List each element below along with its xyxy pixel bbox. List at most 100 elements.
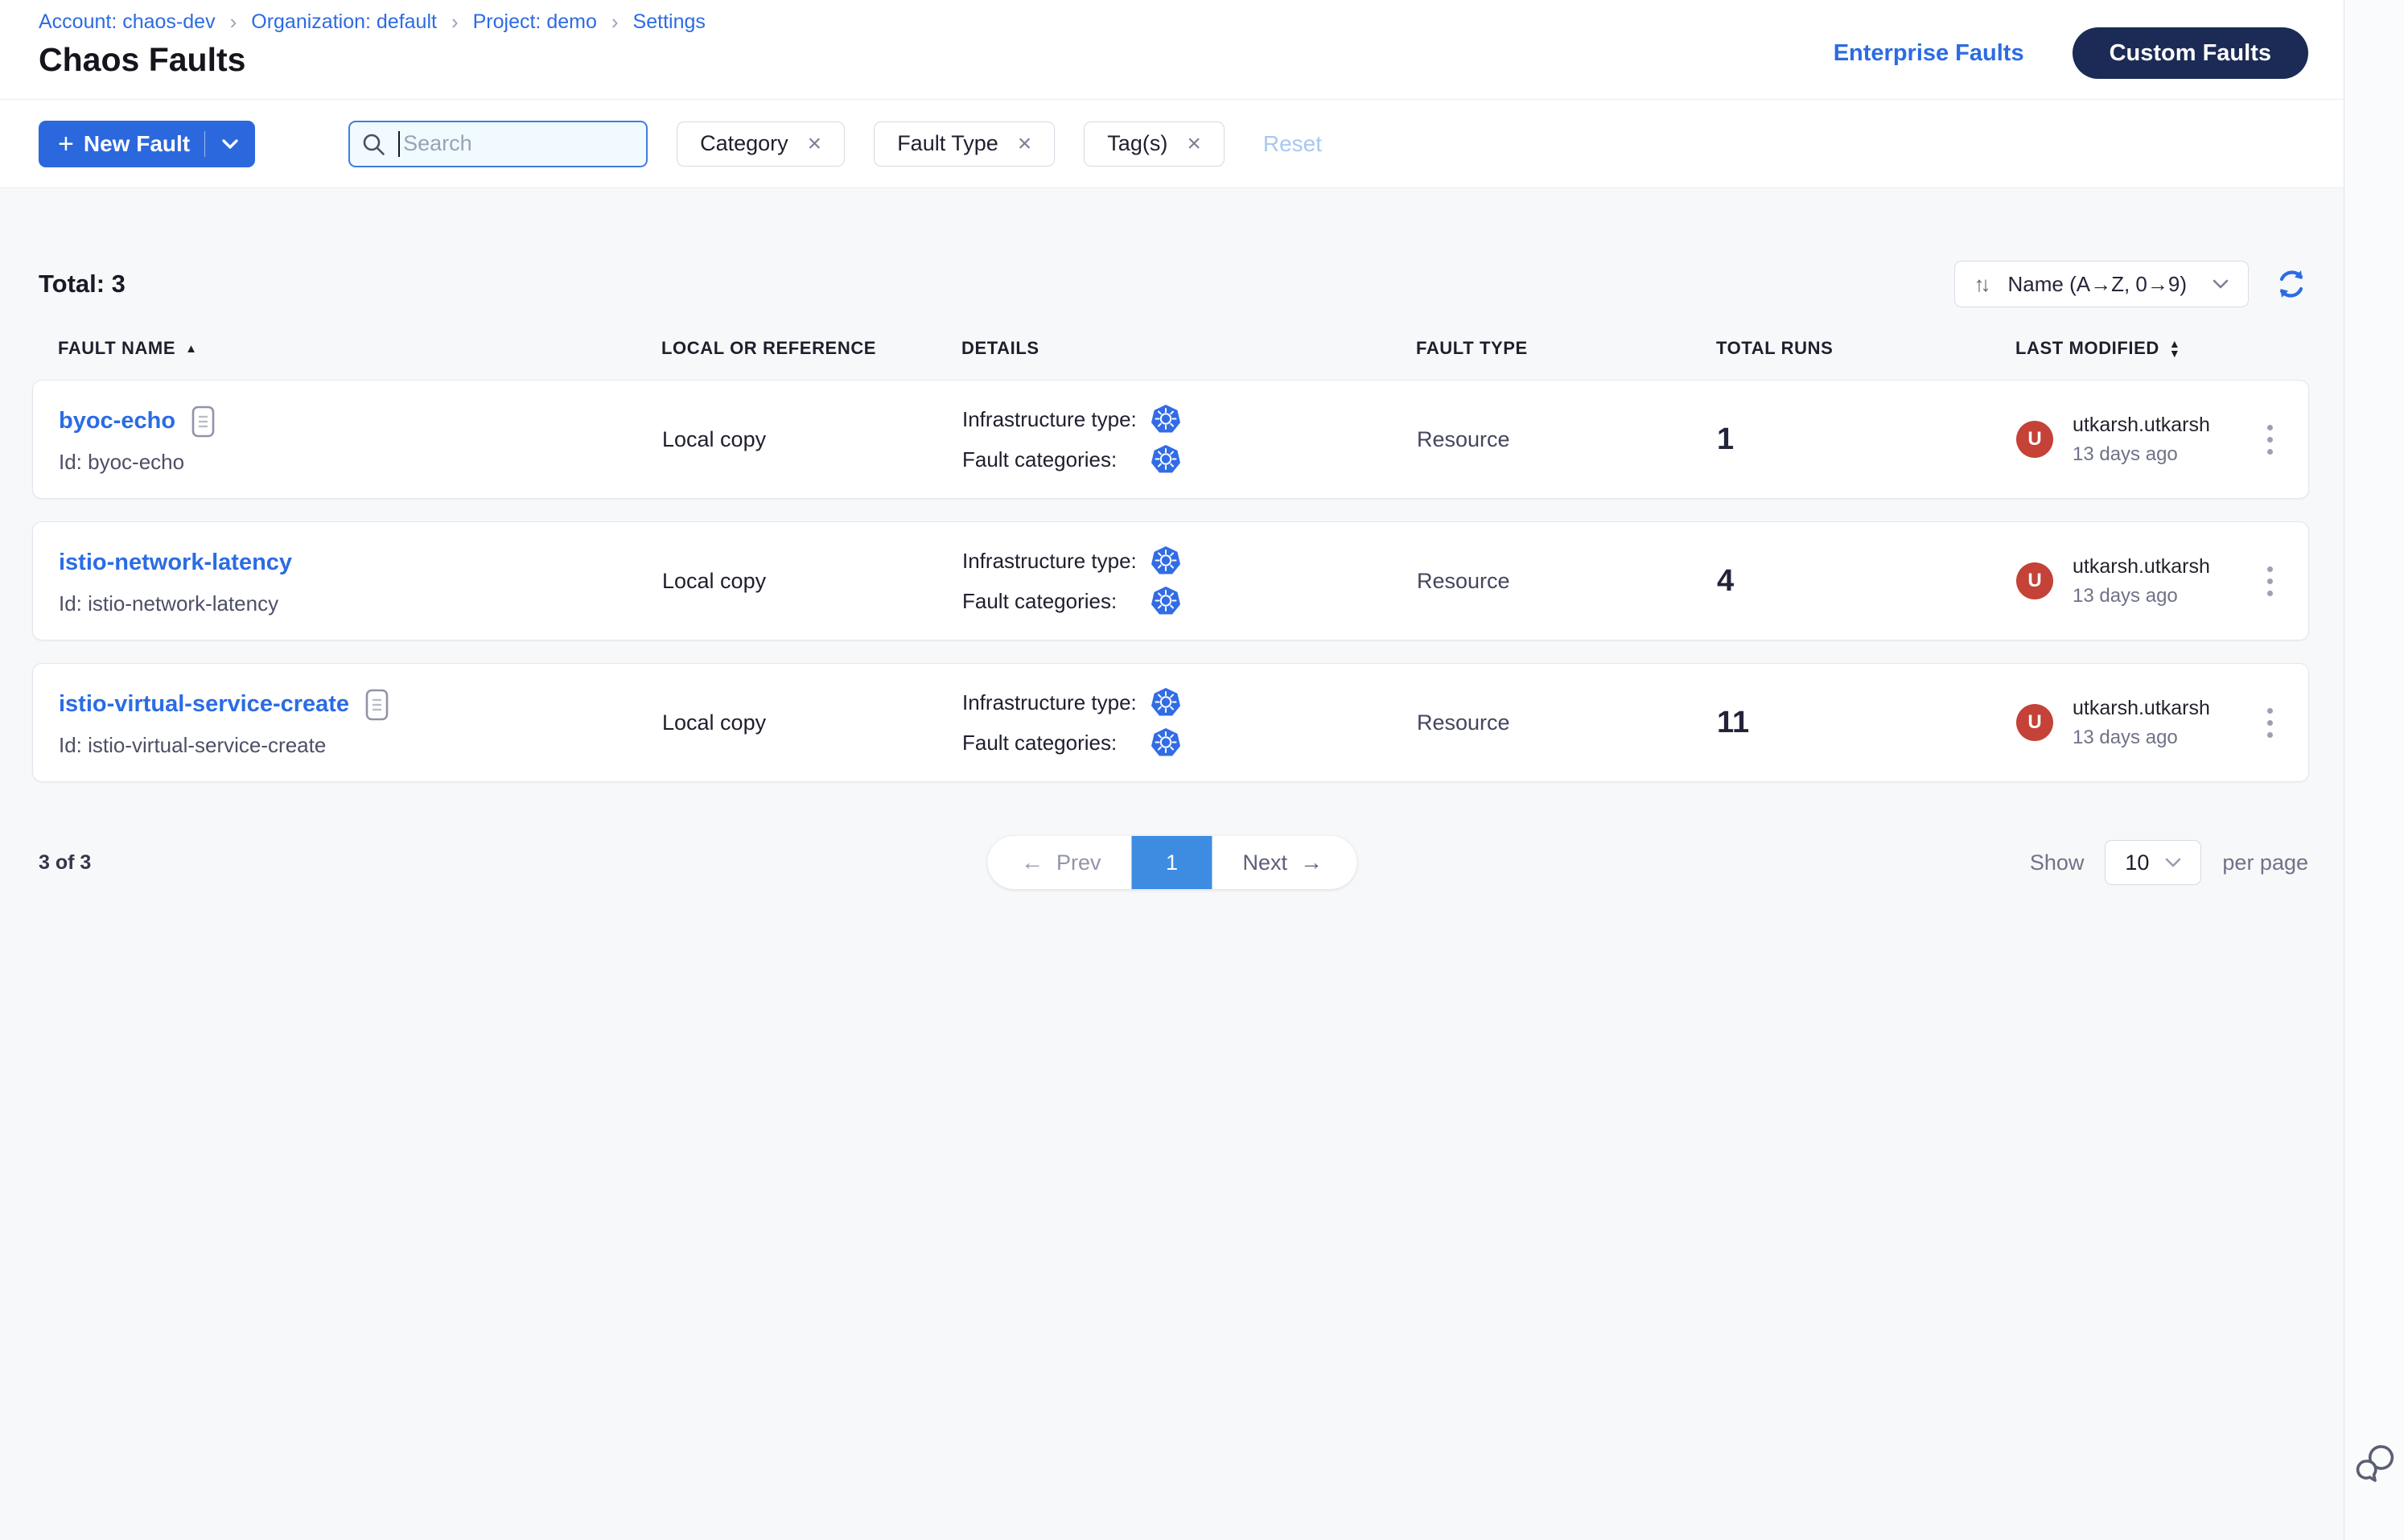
app-root: Account: chaos-dev › Organization: defau… xyxy=(0,0,2404,1540)
breadcrumb-separator-icon: › xyxy=(611,10,619,35)
search-icon xyxy=(361,132,385,156)
arrow-left-icon: ← xyxy=(1021,850,1044,875)
sort-area: ↑↓ Name (A→Z, 0→9) xyxy=(1954,261,2309,307)
infrastructure-type-label: Infrastructure type: xyxy=(962,690,1151,715)
kebab-dot xyxy=(2267,579,2273,584)
column-last-modified[interactable]: LAST MODIFIED ▲▼ xyxy=(2015,338,2230,359)
sort-asc-icon: ▲ xyxy=(185,342,197,356)
chip-label: Category xyxy=(700,131,788,156)
column-label: LAST MODIFIED xyxy=(2015,338,2159,359)
pager: ← Prev 1 Next → xyxy=(987,836,1356,889)
kebab-dot xyxy=(2267,732,2273,738)
search-input[interactable] xyxy=(348,121,648,167)
fault-id: Id: istio-virtual-service-create xyxy=(59,733,662,758)
fault-name-cell: byoc-echo Id: byoc-echo xyxy=(59,405,662,475)
text-cursor xyxy=(398,131,400,157)
page-size-dropdown[interactable]: 10 xyxy=(2105,840,2201,885)
filter-chip-category[interactable]: Category × xyxy=(677,121,845,167)
new-fault-button[interactable]: + New Fault xyxy=(39,121,204,167)
kubernetes-icon[interactable] xyxy=(1151,586,1181,616)
close-icon[interactable]: × xyxy=(808,132,822,156)
kebab-dot xyxy=(2267,449,2273,455)
fault-name-link[interactable]: istio-virtual-service-create xyxy=(59,691,349,718)
avatar: U xyxy=(2016,704,2053,741)
close-icon[interactable]: × xyxy=(1018,132,1032,156)
kubernetes-icon[interactable] xyxy=(1151,404,1181,434)
search-box xyxy=(348,121,648,167)
sort-selected-value: Name (A→Z, 0→9) xyxy=(2008,272,2188,297)
kebab-dot xyxy=(2267,708,2273,714)
fault-table-body: byoc-echo Id: byoc-echo Local copy Infra… xyxy=(32,380,2309,782)
breadcrumb-separator-icon: › xyxy=(451,10,459,35)
new-fault-split-button: + New Fault xyxy=(39,121,255,167)
last-modified-cell: U utkarsh.utkarsh 13 days ago xyxy=(2016,414,2229,466)
support-chat-button[interactable] xyxy=(2353,1443,2398,1490)
reset-filters-button[interactable]: Reset xyxy=(1263,131,1322,157)
breadcrumb-organization[interactable]: Organization: default xyxy=(251,10,437,34)
row-menu-button[interactable] xyxy=(2254,555,2286,607)
breadcrumb-account[interactable]: Account: chaos-dev xyxy=(39,10,216,34)
avatar: U xyxy=(2016,421,2053,458)
details-cell: Infrastructure type: Fault xyxy=(962,546,1417,616)
kubernetes-icon[interactable] xyxy=(1151,727,1181,758)
filter-chip-tags[interactable]: Tag(s) × xyxy=(1084,121,1225,167)
table-row[interactable]: istio-network-latency Id: istio-network-… xyxy=(32,521,2309,640)
chip-label: Fault Type xyxy=(897,131,998,156)
sort-both-icon: ▲▼ xyxy=(2169,339,2180,358)
kebab-dot xyxy=(2267,425,2273,430)
prev-page-button[interactable]: ← Prev xyxy=(987,836,1132,889)
refresh-button[interactable] xyxy=(2274,267,2308,301)
kubernetes-icon[interactable] xyxy=(1151,444,1181,475)
main-column: Account: chaos-dev › Organization: defau… xyxy=(0,0,2344,1540)
total-runs-cell: 4 xyxy=(1717,564,2016,599)
kebab-dot xyxy=(2267,437,2273,443)
fault-type-cell: Resource xyxy=(1417,710,1717,735)
modified-ago: 13 days ago xyxy=(2073,727,2210,749)
fault-type-cell: Resource xyxy=(1417,427,1717,452)
kubernetes-icon[interactable] xyxy=(1151,546,1181,576)
header-right-actions: Enterprise Faults Custom Faults xyxy=(1834,27,2308,79)
kubernetes-icon[interactable] xyxy=(1151,687,1181,718)
table-row[interactable]: byoc-echo Id: byoc-echo Local copy Infra… xyxy=(32,380,2309,499)
fault-name-cell: istio-virtual-service-create Id: istio-v… xyxy=(59,688,662,758)
fault-id: Id: istio-network-latency xyxy=(59,591,662,616)
column-fault-name[interactable]: FAULT NAME ▲ xyxy=(58,338,661,359)
new-fault-dropdown-button[interactable] xyxy=(205,121,255,167)
custom-faults-button[interactable]: Custom Faults xyxy=(2073,27,2308,79)
filter-chip-fault-type[interactable]: Fault Type × xyxy=(874,121,1055,167)
fault-table: FAULT NAME ▲ LOCAL OR REFERENCE DETAILS … xyxy=(0,338,2344,782)
prev-label: Prev xyxy=(1056,850,1101,875)
breadcrumb-settings[interactable]: Settings xyxy=(633,10,706,34)
total-runs-cell: 11 xyxy=(1717,706,2016,740)
avatar: U xyxy=(2016,562,2053,599)
column-fault-type: FAULT TYPE xyxy=(1416,338,1716,359)
per-page-label: per page xyxy=(2222,850,2308,875)
chevron-down-icon xyxy=(221,138,239,150)
page-number-button[interactable]: 1 xyxy=(1132,836,1212,889)
modified-ago: 13 days ago xyxy=(2073,443,2210,466)
row-menu-button[interactable] xyxy=(2254,697,2286,749)
column-details: DETAILS xyxy=(961,338,1416,359)
local-or-reference-cell: Local copy xyxy=(662,427,962,452)
column-label: TOTAL RUNS xyxy=(1716,338,1833,359)
sort-dropdown[interactable]: ↑↓ Name (A→Z, 0→9) xyxy=(1954,261,2250,307)
page-size-area: Show 10 per page xyxy=(2030,840,2308,885)
enterprise-faults-link[interactable]: Enterprise Faults xyxy=(1834,40,2024,67)
copy-id-icon[interactable] xyxy=(191,405,216,439)
chip-label: Tag(s) xyxy=(1107,131,1167,156)
next-page-button[interactable]: Next → xyxy=(1212,836,1357,889)
copy-id-icon[interactable] xyxy=(365,688,389,722)
fault-name-link[interactable]: istio-network-latency xyxy=(59,550,292,576)
chevron-down-icon xyxy=(2165,858,2181,867)
list-content: Total: 3 ↑↓ Name (A→Z, 0→9) xyxy=(0,188,2344,1540)
close-icon[interactable]: × xyxy=(1187,132,1201,156)
kebab-dot xyxy=(2267,591,2273,596)
breadcrumb-project[interactable]: Project: demo xyxy=(473,10,597,34)
fault-name-link[interactable]: byoc-echo xyxy=(59,408,175,434)
row-menu-button[interactable] xyxy=(2254,414,2286,466)
table-row[interactable]: istio-virtual-service-create Id: istio-v… xyxy=(32,663,2309,782)
fault-categories-label: Fault categories: xyxy=(962,589,1151,614)
column-total-runs: TOTAL RUNS xyxy=(1716,338,2015,359)
kebab-dot xyxy=(2267,566,2273,572)
list-head: Total: 3 ↑↓ Name (A→Z, 0→9) xyxy=(0,261,2344,307)
